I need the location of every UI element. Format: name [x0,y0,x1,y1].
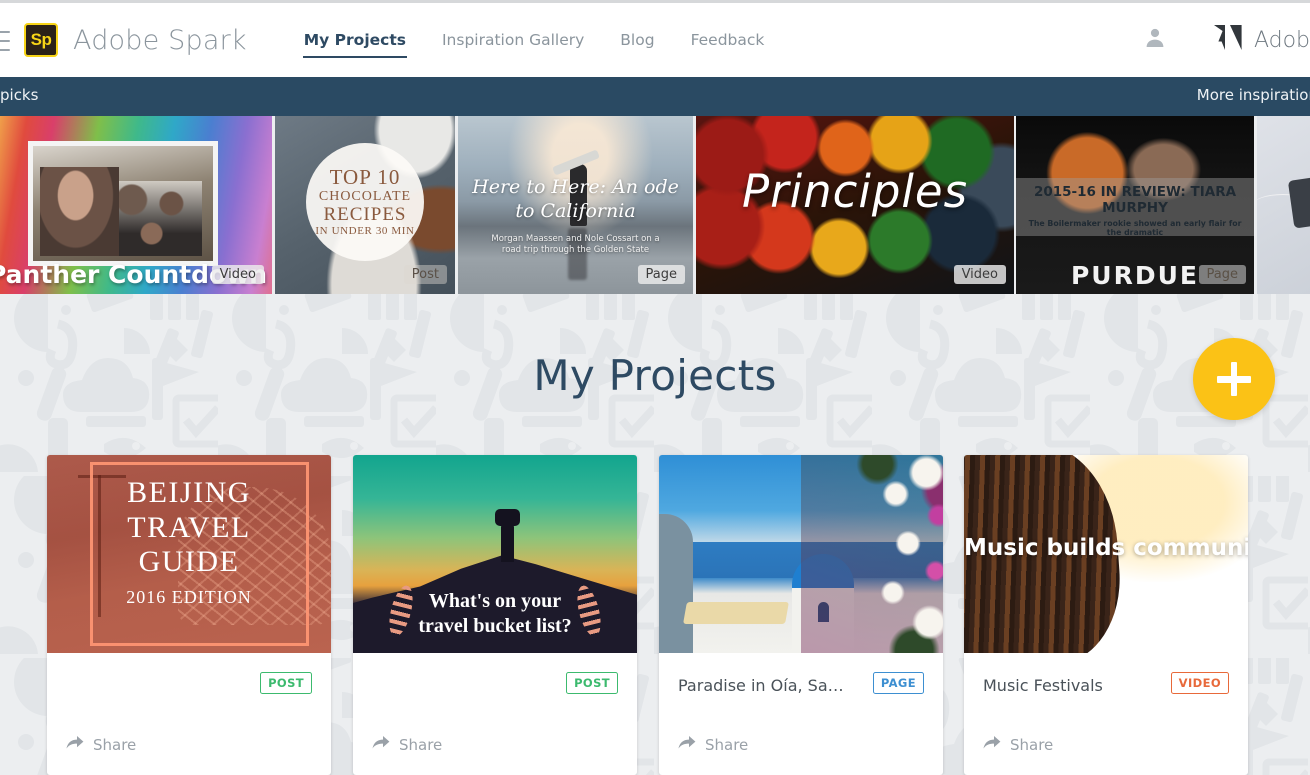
nav-my-projects[interactable]: My Projects [302,3,408,77]
inspiration-bar: picks More inspiration [0,77,1310,116]
project-cover [659,455,943,653]
carousel-item-title: Here to Here: An ode to California [472,176,679,222]
cover-line-1: BEIJING [127,476,251,509]
cover-line-4: 2016 EDITION [126,586,252,607]
cover-text: Music builds community [964,535,1248,561]
adobe-label: Adob [1253,27,1310,53]
project-meta: POST Share [353,653,637,775]
project-meta: POST Share [47,653,331,775]
project-meta: Paradise in Oía, Santorini PAGE Share [659,653,943,775]
inspiration-bar-title: picks [0,86,39,104]
user-avatar-icon[interactable] [1143,26,1167,55]
project-cover: What's on your travel bucket list? [353,455,637,653]
share-label: Share [705,735,749,754]
bougainvillea [801,455,943,653]
page-title: My Projects [533,351,777,400]
carousel-item-subtitle: The Boilermaker rookie showed an early f… [1028,219,1242,237]
carousel-title-line-1: TOP 10 [329,165,401,189]
nav-inspiration-gallery[interactable]: Inspiration Gallery [441,3,585,77]
share-button[interactable]: Share [66,735,136,754]
share-button[interactable]: Share [983,735,1053,754]
carousel-type-badge: Post [403,265,447,284]
adobe-brand-link[interactable]: Adob [1213,24,1310,56]
project-type-badge: VIDEO [1170,672,1229,694]
cover-text: BEIJING TRAVEL GUIDE 2016 EDITION [47,476,331,607]
create-project-button[interactable] [1193,338,1275,420]
adobe-logo-icon [1213,24,1243,56]
brand-logo[interactable]: Sp Adobe Spark [24,23,247,57]
carousel-item-partial[interactable] [1257,116,1310,294]
carousel-type-badge: Page [1198,265,1246,284]
carousel-type-badge: Page [637,265,685,284]
share-label: Share [93,735,137,754]
carousel-item-chocolate-recipes[interactable]: TOP 10 CHOCOLATE RECIPES IN UNDER 30 MIN… [275,116,455,294]
project-meta: Music Festivals VIDEO Share [964,653,1248,775]
carousel-item-subtitle: Morgan Maassen and Nole Cossart on a roa… [491,234,660,256]
share-arrow-icon [983,735,1010,754]
project-title: Music Festivals [983,676,1103,695]
project-type-badge: POST [260,672,312,694]
cover-line-2: TRAVEL [127,510,251,544]
project-card[interactable]: Paradise in Oía, Santorini PAGE Share [659,455,943,775]
top-navigation-bar: Sp Adobe Spark My Projects Inspiration G… [0,0,1310,77]
wall-shape [659,514,694,653]
cover-line-1: What's on your [428,589,562,612]
spark-logo-icon: Sp [24,23,58,57]
share-button[interactable]: Share [372,735,442,754]
cover-line-2: travel bucket list? [418,615,572,638]
project-card[interactable]: BEIJING TRAVEL GUIDE 2016 EDITION POST S… [47,455,331,775]
carousel-item-principles[interactable]: Principles Video [696,116,1014,294]
project-card[interactable]: What's on your travel bucket list? POST … [353,455,637,775]
share-arrow-icon [66,735,93,754]
carousel-title-line-3: RECIPES [323,204,407,225]
project-cover: Music builds community [964,455,1248,653]
more-inspiration-link[interactable]: More inspiration [1197,86,1310,104]
inspiration-carousel: Panther Countdown Video TOP 10 CHOCOLATE… [0,116,1310,294]
carousel-title-line-2: CHOCOLATE [318,189,412,204]
share-label: Share [399,735,443,754]
project-title: Paradise in Oía, Santorini [678,676,853,695]
project-type-badge: POST [566,672,618,694]
share-button[interactable]: Share [678,735,748,754]
carousel-item-title: 2015-16 IN REVIEW: TIARA MURPHY [1033,184,1237,217]
nav-right-group: Adob [1143,3,1310,77]
share-arrow-icon [678,735,705,754]
cover-text: What's on your travel bucket list? [353,589,637,640]
cover-line-3: GUIDE [138,545,240,579]
share-label: Share [1010,735,1054,754]
carousel-item-title: Principles [741,165,969,218]
project-cover: BEIJING TRAVEL GUIDE 2016 EDITION [47,455,331,653]
carousel-item-california[interactable]: Here to Here: An ode to California Morga… [458,116,693,294]
carousel-item-tiara-murphy[interactable]: PURDUE 2015-16 IN REVIEW: TIARA MURPHY T… [1016,116,1254,294]
brand-name-label: Adobe Spark [73,24,247,56]
carousel-title-line-4: IN UNDER 30 MIN [315,225,415,237]
terrace-shape [682,601,789,624]
nav-blog[interactable]: Blog [619,3,655,77]
carousel-type-badge: Video [211,265,264,284]
primary-nav: My Projects Inspiration Gallery Blog Fee… [302,3,766,77]
project-card[interactable]: Music builds community Music Festivals V… [964,455,1248,775]
nav-feedback[interactable]: Feedback [690,3,766,77]
hiker-silhouette [494,508,520,562]
hamburger-menu-icon[interactable] [0,31,10,51]
adobe-spark-app: Sp Adobe Spark My Projects Inspiration G… [0,0,1310,775]
carousel-photo-inset [28,141,218,266]
share-arrow-icon [372,735,399,754]
carousel-item-panther-countdown[interactable]: Panther Countdown Video [0,116,272,294]
project-type-badge: PAGE [872,672,924,694]
carousel-type-badge: Video [953,265,1006,284]
carousel-title-badge: TOP 10 CHOCOLATE RECIPES IN UNDER 30 MIN [306,143,424,261]
